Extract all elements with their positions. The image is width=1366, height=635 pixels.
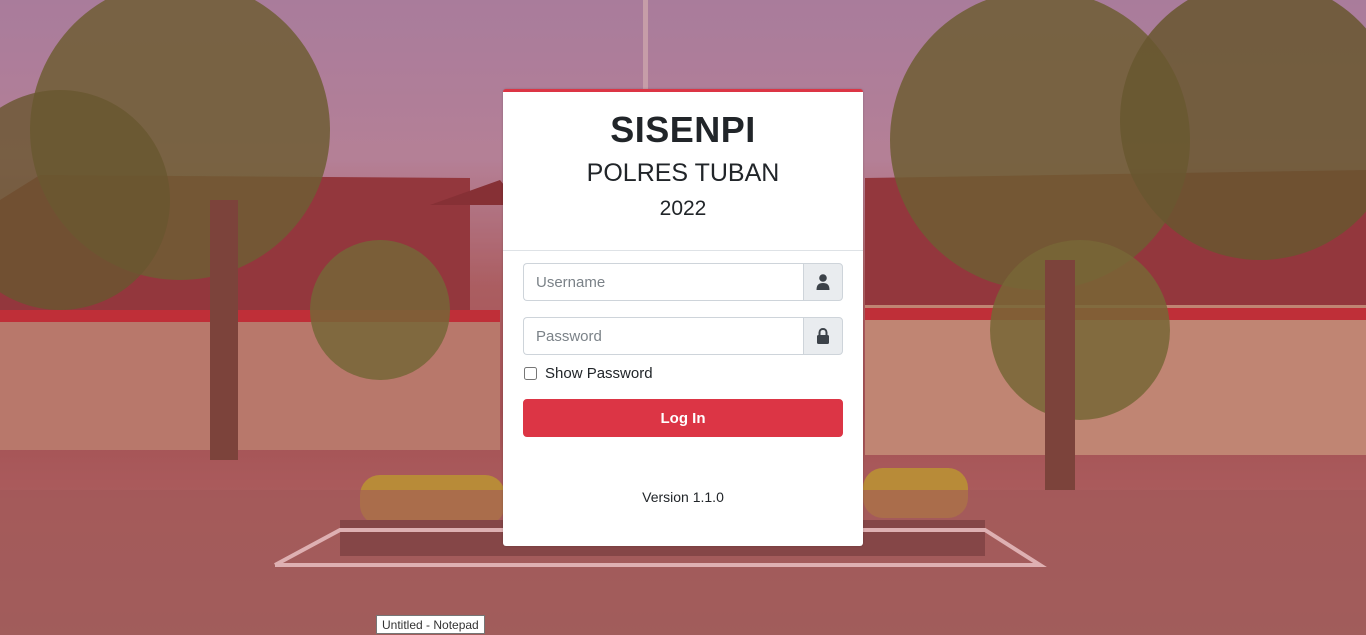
version-label: Version 1.1.0 [642,489,724,505]
login-card: SISENPI POLRES TUBAN 2022 Username Show … [503,89,863,546]
show-password-label: Show Password [545,364,653,382]
username-group [523,263,843,301]
password-group [523,317,843,355]
lock-icon [817,328,829,344]
username-addon [803,263,843,301]
taskbar-tooltip: Untitled - Notepad [376,615,485,634]
password-input[interactable] [523,317,803,355]
user-icon [816,274,830,290]
login-button[interactable]: Log In [523,399,843,437]
year-label: 2022 [659,197,707,220]
username-input[interactable] [523,263,803,301]
app-title[interactable]: SISENPI [503,92,863,150]
password-addon [803,317,843,355]
login-card-header: SISENPI POLRES TUBAN 2022 [503,92,863,251]
show-password-toggle[interactable]: Show Password [523,363,843,383]
show-password-checkbox[interactable] [524,366,537,380]
login-form: Show Password Log In Version 1.1.0 [503,251,863,505]
organization-name: POLRES TUBAN [586,159,780,187]
